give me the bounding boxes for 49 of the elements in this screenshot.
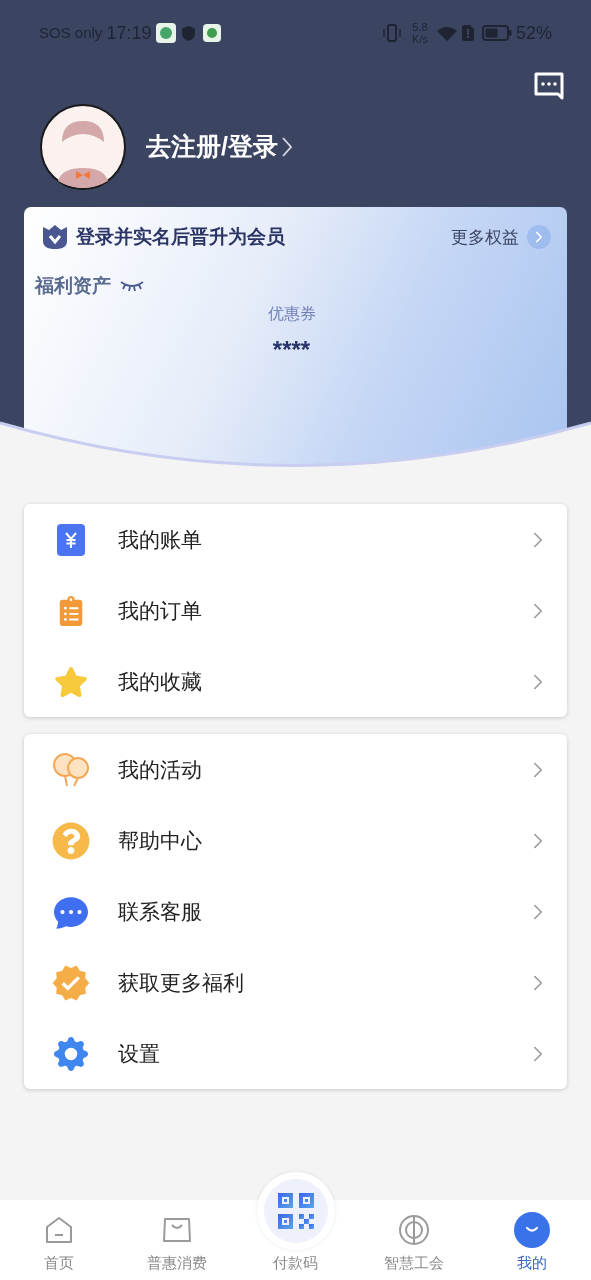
nav-tab[interactable]: 付款码 — [236, 1171, 355, 1274]
battery-icon — [481, 25, 512, 41]
menu-item[interactable]: 我的活动 — [24, 734, 567, 805]
home-icon — [45, 1215, 74, 1244]
menu-item-label: 获取更多福利 — [118, 969, 244, 996]
wifi-icon — [435, 25, 458, 41]
yen-bill-icon — [57, 523, 85, 556]
app-notification-icon — [156, 23, 177, 43]
coupon-label: 优惠券 — [267, 304, 316, 324]
smile-icon — [513, 1211, 550, 1248]
vibrate-icon — [382, 24, 403, 42]
more-benefits-link[interactable]: 更多权益 — [451, 224, 551, 250]
settings-icon — [54, 1036, 88, 1071]
help-icon — [52, 821, 90, 860]
member-badge-icon — [42, 224, 68, 251]
menu-item[interactable]: 联系客服 — [24, 876, 567, 947]
menu-item-label: 我的订单 — [118, 597, 202, 624]
menu-item[interactable]: 我的账单 — [24, 504, 567, 575]
menu-item[interactable]: 我的订单 — [24, 575, 567, 646]
shopping-bag-icon — [162, 1216, 193, 1243]
menu-item-label: 设置 — [118, 1040, 160, 1067]
union-logo-icon — [397, 1213, 430, 1246]
menu-item[interactable]: 我的收藏 — [24, 646, 567, 717]
sim-alert-icon — [461, 25, 474, 41]
qr-code-icon — [275, 1190, 316, 1231]
menu-item-label: 我的活动 — [118, 756, 202, 783]
balloons-icon — [52, 751, 90, 788]
shield-icon — [182, 25, 196, 41]
closed-eye-icon[interactable] — [120, 279, 144, 292]
login-link[interactable]: 去注册/登录 — [146, 128, 292, 166]
nav-tab[interactable]: 我的 — [472, 1209, 591, 1274]
member-card-title: 登录并实名后晋升为会员 — [76, 225, 285, 249]
chevron-right-icon — [281, 137, 292, 157]
message-icon[interactable] — [534, 72, 564, 100]
menu-item[interactable]: 设置 — [24, 1018, 567, 1089]
star-icon — [54, 664, 88, 699]
nav-tab[interactable]: 首页 — [0, 1209, 119, 1274]
menu-item-label: 帮助中心 — [118, 827, 202, 854]
menu-item-label: 我的账单 — [118, 526, 202, 553]
app-notification-icon — [203, 24, 222, 42]
coupon-value: **** — [272, 335, 311, 365]
menu-item-label: 我的收藏 — [118, 668, 202, 695]
menu-item-label: 联系客服 — [118, 898, 202, 925]
chat-bubbles-icon — [54, 894, 88, 929]
assets-label: 福利资产 — [35, 273, 111, 298]
menu-item[interactable]: 帮助中心 — [24, 805, 567, 876]
menu-item[interactable]: 获取更多福利 — [24, 947, 567, 1018]
nav-tab[interactable]: 智慧工会 — [354, 1209, 473, 1274]
nav-tab[interactable]: 普惠消费 — [118, 1209, 237, 1274]
